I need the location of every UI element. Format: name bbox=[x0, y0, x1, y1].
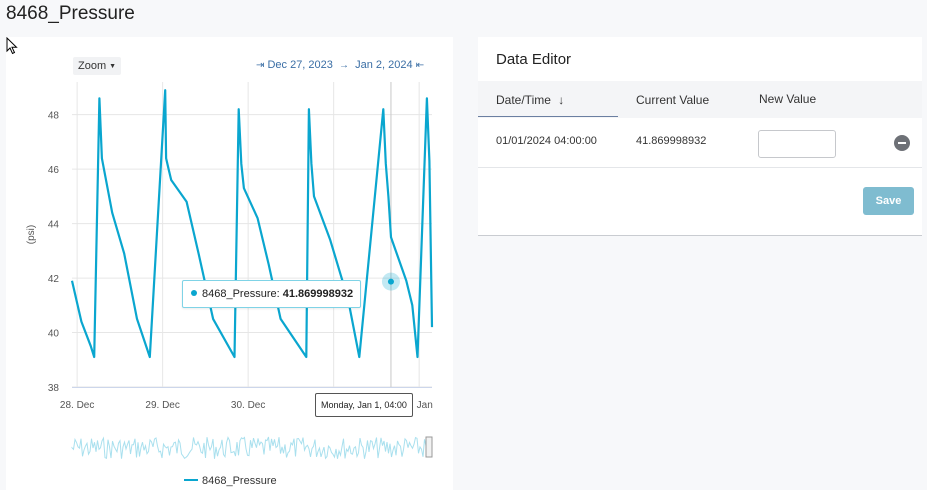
pressure-chart[interactable]: 48464442403828. Dec29. Dec30. Dec31. Dec… bbox=[6, 37, 453, 490]
y-axis-title: (psi) bbox=[26, 225, 37, 244]
remove-row-icon[interactable] bbox=[894, 135, 910, 151]
legend-swatch bbox=[184, 479, 198, 481]
column-header-current-value: Current Value bbox=[636, 93, 710, 107]
y-tick-label: 44 bbox=[48, 220, 60, 231]
y-tick-label: 46 bbox=[48, 165, 60, 176]
x-tick-label: 29. Dec bbox=[145, 400, 179, 411]
row-current-value: 41.869998932 bbox=[636, 135, 707, 147]
hover-point bbox=[387, 278, 394, 285]
sort-indicator-underline bbox=[478, 116, 618, 117]
column-header-datetime[interactable]: Date/Time ↓ bbox=[496, 93, 564, 107]
y-tick-label: 48 bbox=[48, 111, 60, 122]
range-start-date[interactable]: Dec 27, 2023 bbox=[267, 59, 332, 71]
chart-tooltip: 8468_Pressure: 41.869998932 bbox=[182, 280, 362, 308]
y-tick-label: 40 bbox=[48, 329, 60, 340]
legend-label: 8468_Pressure bbox=[202, 475, 277, 487]
datetime-header-label: Date/Time bbox=[496, 93, 551, 107]
tooltip-value: 41.869998932 bbox=[282, 288, 354, 300]
row-divider bbox=[478, 167, 922, 168]
chart-panel: 48464442403828. Dec29. Dec30. Dec31. Dec… bbox=[6, 37, 453, 490]
editor-title: Data Editor bbox=[496, 51, 572, 68]
range-end-arrow-icon: ⇤ bbox=[415, 60, 425, 71]
range-end-date[interactable]: Jan 2, 2024 bbox=[355, 59, 413, 71]
x-tick-label: 30. Dec bbox=[231, 400, 265, 411]
y-tick-label: 38 bbox=[48, 383, 60, 394]
tooltip-series-name: 8468_Pressure: bbox=[202, 288, 280, 300]
y-tick-label: 42 bbox=[48, 274, 60, 285]
page-title: 8468_Pressure bbox=[6, 3, 135, 24]
range-separator-icon: → bbox=[339, 60, 350, 71]
date-range: ⇥ Dec 27, 2023 → Jan 2, 2024 ⇤ bbox=[256, 59, 424, 71]
x-tick-label: 28. Dec bbox=[60, 400, 94, 411]
zoom-label: Zoom bbox=[78, 60, 107, 72]
mouse-pointer-icon bbox=[6, 37, 18, 55]
new-value-input[interactable] bbox=[758, 130, 836, 158]
caret-down-icon: ▼ bbox=[109, 63, 117, 70]
crosshair-time-label: Monday, Jan 1, 04:00 bbox=[315, 393, 413, 417]
editor-table-header: Date/Time ↓ Current Value New Value bbox=[478, 81, 922, 118]
data-editor-panel: Data Editor Date/Time ↓ Current Value Ne… bbox=[478, 37, 922, 236]
navigator-handle bbox=[425, 436, 433, 458]
sort-down-arrow-icon: ↓ bbox=[558, 93, 565, 107]
tooltip-series-marker bbox=[191, 290, 197, 296]
range-start-arrow-icon: ⇥ bbox=[256, 60, 265, 71]
save-button[interactable]: Save bbox=[863, 187, 914, 215]
zoom-dropdown[interactable]: Zoom ▼ bbox=[73, 57, 122, 75]
chart-legend[interactable]: 8468_Pressure bbox=[184, 475, 277, 487]
column-header-new-value: New Value bbox=[759, 92, 817, 106]
row-datetime: 01/01/2024 04:00:00 bbox=[496, 135, 597, 147]
